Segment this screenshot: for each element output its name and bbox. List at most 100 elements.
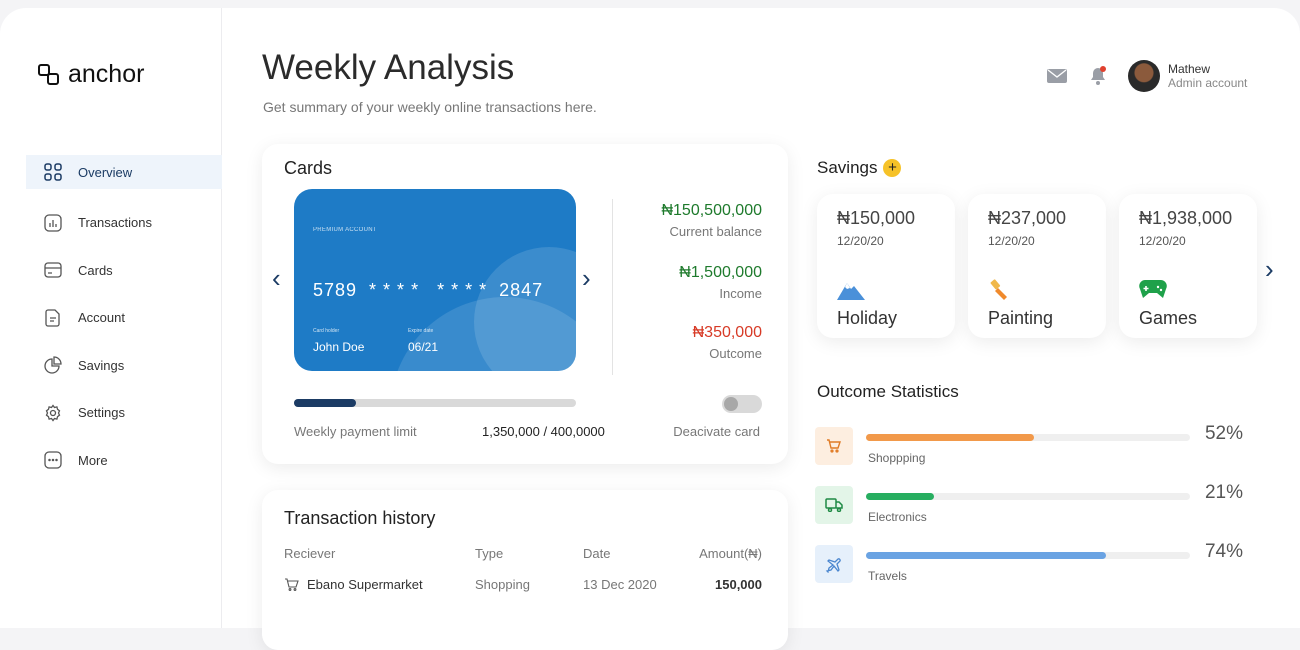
- outcome-row-shopping: Shoppping 52%: [815, 423, 1255, 471]
- sidebar-item-more[interactable]: More: [26, 437, 222, 485]
- card-expiry: 06/21: [408, 340, 439, 354]
- sidebar-item-label: Account: [78, 310, 125, 326]
- card-decoration: [390, 297, 576, 371]
- outcome-bar-fill: [866, 552, 1106, 559]
- outcome-label: Shoppping: [868, 451, 926, 465]
- pie-chart-icon: [44, 356, 62, 374]
- card-holder-label: Card holder: [313, 328, 340, 334]
- column-header[interactable]: Type: [475, 546, 503, 561]
- bell-icon[interactable]: [1089, 66, 1107, 91]
- outcome-bar: [866, 434, 1190, 441]
- receiver-name: Ebano Supermarket: [307, 577, 423, 592]
- paint-brush-icon: [988, 278, 1016, 304]
- payment-limit-value: 1,350,000 / 400,0000: [482, 424, 605, 439]
- plane-icon: [815, 545, 853, 583]
- payment-limit-fill: [294, 399, 357, 407]
- sidebar: anchor Overview Transactions Cards Accou…: [0, 8, 222, 628]
- sidebar-item-account[interactable]: Account: [26, 294, 222, 342]
- grid-icon: [44, 163, 62, 181]
- outcome-bar-fill: [866, 493, 935, 500]
- credit-card[interactable]: PREMIUM ACCOUNT 5789 * * * * * * * * 284…: [294, 189, 576, 371]
- toggle-knob: [724, 397, 738, 411]
- column-header[interactable]: Date: [583, 546, 610, 561]
- app-window: anchor Overview Transactions Cards Accou…: [0, 8, 1300, 650]
- cart-icon: [815, 427, 853, 465]
- sidebar-item-savings[interactable]: Savings: [26, 342, 222, 390]
- savings-name: Holiday: [837, 308, 898, 328]
- user-role: Admin account: [1168, 76, 1248, 90]
- transaction-history-panel: Transaction history Reciever Type Date A…: [262, 490, 788, 650]
- bar-chart-icon: [44, 214, 62, 232]
- sidebar-item-cards[interactable]: Cards: [26, 247, 222, 295]
- outcome-bar: [866, 552, 1190, 559]
- savings-date: 12/20/20: [1139, 234, 1186, 248]
- outcome-row-travels: Travels 74%: [815, 541, 1255, 589]
- payment-limit-bar: [294, 399, 576, 407]
- sidebar-item-label: Overview: [78, 164, 133, 180]
- card-tier: PREMIUM ACCOUNT: [313, 227, 377, 233]
- transaction-history-title: Transaction history: [284, 508, 436, 528]
- gamepad-icon: [1139, 278, 1167, 304]
- savings-date: 12/20/20: [837, 234, 884, 248]
- logo[interactable]: anchor: [38, 60, 144, 89]
- savings-amount: ₦1,938,000: [1139, 208, 1233, 228]
- savings-amount: ₦150,000: [837, 208, 916, 228]
- column-header[interactable]: Amount(₦): [699, 546, 762, 561]
- payment-limit-label: Weekly payment limit: [294, 424, 417, 439]
- outcome-bar-fill: [866, 434, 1035, 441]
- sidebar-item-overview[interactable]: Overview: [26, 155, 222, 189]
- card-next-chevron-icon[interactable]: ›: [582, 265, 598, 291]
- savings-title: Savings: [817, 158, 878, 177]
- savings-card-games[interactable]: ₦1,938,000 12/20/20 Games: [1119, 194, 1257, 338]
- savings-amount: ₦237,000: [988, 208, 1067, 228]
- savings-card-painting[interactable]: ₦237,000 12/20/20 Painting: [968, 194, 1106, 338]
- outcome-label: Travels: [868, 569, 907, 583]
- header-actions: [1047, 66, 1107, 91]
- date-cell: 13 Dec 2020: [583, 577, 657, 592]
- deactivate-card-toggle[interactable]: [722, 395, 762, 413]
- anchor-logo-icon: [38, 63, 62, 86]
- sidebar-item-label: Cards: [78, 262, 113, 278]
- sidebar-nav: Overview Transactions Cards Account Savi…: [26, 155, 222, 484]
- user-name: Mathew: [1168, 62, 1211, 76]
- deactivate-card-label: Deacivate card: [673, 424, 760, 439]
- card-number: 5789 * * * * * * * * 2847: [313, 280, 544, 300]
- receiver-cell: Ebano Supermarket: [284, 577, 423, 592]
- stat-current-balance: ₦150,500,000 Current balance: [661, 202, 762, 239]
- card-prev-chevron-icon[interactable]: ‹: [272, 265, 288, 291]
- user-profile[interactable]: Mathew Admin account: [1128, 60, 1247, 92]
- outcome-row-electronics: Electronics 21%: [815, 482, 1255, 530]
- sidebar-item-label: More: [78, 452, 108, 468]
- cart-icon: [285, 578, 299, 591]
- mountain-icon: [837, 278, 865, 304]
- card-expiry-label: Expire date: [408, 328, 434, 334]
- sidebar-item-settings[interactable]: Settings: [26, 389, 222, 437]
- savings-name: Games: [1139, 308, 1198, 328]
- savings-name: Painting: [988, 308, 1054, 328]
- outcome-label: Electronics: [868, 510, 927, 524]
- avatar: [1128, 60, 1160, 92]
- outcome-statistics-title: Outcome Statistics: [817, 382, 959, 401]
- brand-name: anchor: [68, 60, 145, 88]
- savings-heading: Savings +: [817, 158, 902, 178]
- stat-value: ₦350,000: [692, 324, 762, 341]
- card-icon: [44, 261, 62, 279]
- page-title: Weekly Analysis: [262, 48, 515, 87]
- stat-income: ₦1,500,000 Income: [679, 264, 762, 301]
- stat-label: Outcome: [709, 346, 762, 361]
- outcome-percent: 21%: [1204, 482, 1243, 503]
- divider: [612, 199, 613, 375]
- savings-next-chevron-icon[interactable]: ›: [1265, 254, 1274, 285]
- stat-value: ₦150,500,000: [661, 202, 762, 219]
- card-holder: John Doe: [313, 340, 365, 354]
- column-header[interactable]: Reciever: [284, 546, 335, 561]
- sidebar-item-label: Savings: [78, 357, 125, 373]
- savings-date: 12/20/20: [988, 234, 1035, 248]
- stat-label: Income: [719, 286, 762, 301]
- sidebar-item-transactions[interactable]: Transactions: [26, 199, 222, 247]
- savings-card-holiday[interactable]: ₦150,000 12/20/20 Holiday: [817, 194, 955, 338]
- add-savings-plus-icon[interactable]: +: [883, 159, 902, 177]
- sidebar-item-label: Settings: [78, 405, 125, 421]
- mail-icon[interactable]: [1047, 69, 1067, 88]
- cards-panel: Cards ‹ PREMIUM ACCOUNT 5789 * * * * * *…: [262, 144, 788, 464]
